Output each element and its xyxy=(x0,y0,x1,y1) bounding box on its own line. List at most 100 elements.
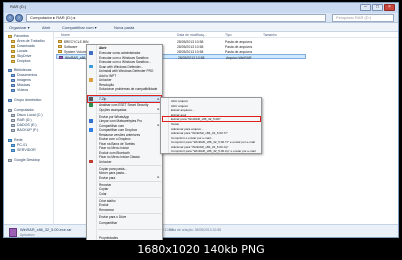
library-icon xyxy=(8,68,12,72)
nav-item-downloads[interactable]: Downloads xyxy=(11,44,35,48)
nav-item-label: Google Desktop xyxy=(14,158,40,162)
menu-gutter xyxy=(168,98,169,153)
menu-item-paste[interactable]: Colar xyxy=(99,192,107,196)
menu-item[interactable]: Resolução xyxy=(99,83,114,87)
nav-item-label: Bibliotecas xyxy=(14,68,32,72)
nav-item-label: SERVIDOR xyxy=(17,148,36,152)
menu-item-create-shortcut[interactable]: Criar atalho xyxy=(99,199,115,203)
menu-item[interactable]: Compartilhar com Dropbox xyxy=(99,128,137,132)
command-bar: Organizar ▾ Abrir Compartilhar com ▾ Nov… xyxy=(4,23,398,32)
submenu-item[interactable]: Testar xyxy=(171,122,179,126)
menu-item[interactable]: Executar com o Windows Sandbox... xyxy=(99,60,151,64)
menu-item[interactable]: Scan with Windows Defender... xyxy=(99,65,143,69)
submenu-item[interactable]: Abrir arquivo xyxy=(171,99,188,103)
menu-item[interactable]: Executar com o Windows Sandbox xyxy=(99,56,148,60)
submenu-item[interactable]: Extrair arquivos... xyxy=(171,108,194,112)
submenu-item[interactable]: Comprimir e enviar por e-mail... xyxy=(171,136,213,140)
open-button[interactable]: Abrir xyxy=(42,25,50,30)
nav-item-locais[interactable]: Locais xyxy=(11,49,27,53)
forward-arrow-icon[interactable]: › xyxy=(15,14,23,22)
submenu-item[interactable]: Comprimir para "WinRAR_x86_32_5.00.7z" e… xyxy=(171,140,255,144)
nav-item-documents[interactable]: Documentos xyxy=(11,73,37,77)
submenu-item[interactable]: Adicionar para "WinRAR_x86_32_5.00.7z" xyxy=(171,131,228,135)
menu-item-delete[interactable]: Excluir xyxy=(99,203,109,207)
menu-item[interactable]: Fixar no Menu Iniciar xyxy=(99,146,129,150)
menu-item-copy[interactable]: Copiar xyxy=(99,187,108,191)
column-header-type[interactable]: Tipo xyxy=(225,33,231,37)
nav-item-desktop[interactable]: Área de Trabalho xyxy=(11,39,45,43)
menu-item-open[interactable]: Abrir xyxy=(99,46,107,50)
nav-item-skydrive[interactable]: SkyDrive xyxy=(11,54,31,58)
menu-item[interactable]: Uninstall with Windows Defender PRO xyxy=(99,69,153,73)
column-header-date[interactable]: Data de modificaç... xyxy=(177,33,207,37)
nav-item-favorites[interactable]: Favoritos xyxy=(8,34,29,38)
organize-button[interactable]: Organizar ▾ xyxy=(9,25,30,30)
menu-item[interactable]: Fixar no Menu Iniciar Classic xyxy=(99,155,140,159)
computer-icon xyxy=(8,108,12,112)
search-input[interactable]: Pesquisar RAR (D:) xyxy=(332,14,394,22)
nav-item-server[interactable]: SERVIDOR xyxy=(11,148,36,152)
address-input[interactable]: Computador ▸ RAR (D:) ▸ xyxy=(26,14,326,22)
submenu-item[interactable]: Comprimir para "WinRAR_x86_32_5.00.zip" … xyxy=(171,149,256,153)
maximize-button[interactable]: □ xyxy=(372,4,383,11)
menu-item-rename[interactable]: Renomear xyxy=(99,208,114,212)
new-folder-button[interactable]: Nova pasta xyxy=(114,25,134,30)
nav-item-libraries[interactable]: Bibliotecas xyxy=(8,68,31,72)
submenu-item[interactable]: Abrir arquivo xyxy=(171,104,188,108)
menu-item[interactable]: Mover para pasta... xyxy=(99,171,126,175)
nav-item-drive-d[interactable]: RAR (D:) xyxy=(11,118,32,122)
menu-item[interactable]: Compartilhar xyxy=(99,221,117,225)
submenu-item[interactable]: Adicionar para arquivo... xyxy=(171,127,204,131)
nav-item-videos[interactable]: Vídeos xyxy=(11,88,28,92)
menu-item-run-as-admin[interactable]: Executar como administrador xyxy=(99,51,140,55)
nav-item-label: Rede xyxy=(14,138,23,142)
minimize-button[interactable]: – xyxy=(360,4,371,11)
menu-item[interactable]: Solucionar problemas de compatibilidade xyxy=(99,87,157,91)
shield-icon xyxy=(89,51,93,55)
nav-item-drive-f[interactable]: BACKUP (F:) xyxy=(11,128,38,132)
nav-item-drive-c[interactable]: Disco Local (C:) xyxy=(11,113,43,117)
nav-item-computer[interactable]: Computador xyxy=(8,108,34,112)
nav-item-dropbox[interactable]: Dropbox xyxy=(11,59,31,63)
menu-item[interactable]: Analisar com ESET Smart Security xyxy=(99,103,148,107)
drive-icon xyxy=(11,123,15,127)
menu-item[interactable]: Add to WPT xyxy=(99,74,116,78)
context-menu: Abrir Executar como administrador Execut… xyxy=(86,44,163,245)
menu-item[interactable]: Restaurar versões anteriores xyxy=(99,133,140,137)
back-arrow-icon[interactable]: ‹ xyxy=(6,14,14,22)
menu-item[interactable]: Enviar para o Drive xyxy=(99,215,126,219)
menu-item[interactable]: Enviar com o Dropbox xyxy=(99,137,131,141)
menu-item[interactable]: Enviar por WhatsApp xyxy=(99,115,129,119)
menu-item[interactable]: Compartilhar com xyxy=(99,124,124,128)
column-header-name[interactable]: Nome xyxy=(61,33,70,37)
submenu-item[interactable]: Adicionar para "WinRAR_x86_32_5.00.zip" xyxy=(171,145,229,149)
nav-item-music[interactable]: Músicas xyxy=(11,83,30,87)
nav-item-images[interactable]: Imagens xyxy=(11,78,31,82)
nav-item-label: PC-01 xyxy=(17,143,28,147)
menu-item[interactable]: Unlocker xyxy=(99,78,112,82)
menu-item[interactable]: Excluir com Bluetooth xyxy=(99,151,130,155)
nav-item-pc01[interactable]: PC-01 xyxy=(11,143,27,147)
column-header-size[interactable]: Tamanho xyxy=(263,33,277,37)
nav-item-homegroup[interactable]: Grupo doméstico xyxy=(8,98,41,102)
file-name: $RECYCLE.BIN xyxy=(64,39,89,44)
menu-item[interactable]: Copiar para pasta... xyxy=(99,167,127,171)
menu-item[interactable]: Opções avançadas xyxy=(99,108,126,112)
nav-item-network[interactable]: Rede xyxy=(8,138,23,142)
menu-item-cut[interactable]: Recortar xyxy=(99,183,111,187)
menu-item[interactable]: Fixar na Barra de Tarefas xyxy=(99,142,135,146)
unlocker-icon xyxy=(89,78,93,82)
close-button[interactable]: × xyxy=(384,4,395,11)
menu-item[interactable]: Unlocker xyxy=(99,160,112,164)
nav-item-label: Músicas xyxy=(17,83,31,87)
menu-item-send-to[interactable]: Enviar para xyxy=(99,176,115,180)
winrar-archive-icon xyxy=(9,228,17,237)
drive-icon xyxy=(11,128,15,132)
file-date: 28/05/2013 10:58 xyxy=(178,55,205,60)
nav-item-drive-e[interactable]: DADOS (E:) xyxy=(11,123,37,127)
menu-item[interactable]: Limpar com Malwarebytes Pro xyxy=(99,119,142,123)
nav-item-label: DADOS (E:) xyxy=(17,123,37,127)
navigation-pane: Favoritos Área de Trabalho Downloads Loc… xyxy=(4,32,54,224)
nav-item-google-desktop[interactable]: Google Desktop xyxy=(8,158,40,162)
share-button[interactable]: Compartilhar com ▾ xyxy=(62,25,97,30)
